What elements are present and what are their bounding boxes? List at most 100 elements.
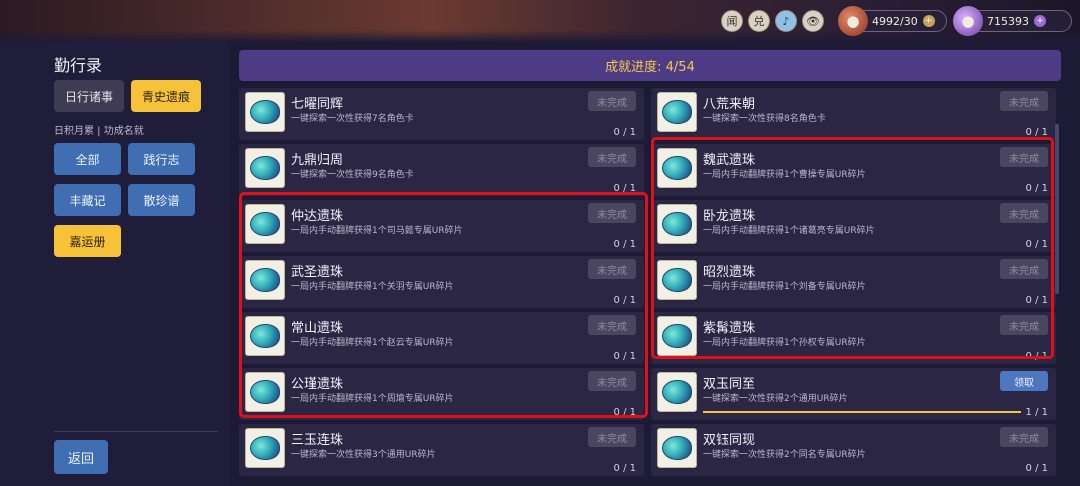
achievement-card: 卧龙遗珠 一局内手动翻牌获得1个诸葛亮专属UR碎片 未完成 0 / 1: [651, 200, 1056, 252]
fish-icon: [662, 324, 692, 348]
achievement-count: 0 / 1: [1025, 351, 1048, 362]
achievement-fish-icon: [245, 260, 285, 300]
add-gems-icon[interactable]: +: [1034, 15, 1046, 27]
achievement-card: 武圣遗珠一局内手动翻牌获得1个关羽专属UR碎片 未完成 0 / 1: [239, 256, 644, 308]
achievement-card: 魏武遗珠 一局内手动翻牌获得1个曹操专属UR碎片 未完成 0 / 1: [651, 144, 1056, 196]
achievement-fish-icon: [657, 148, 697, 188]
achievement-name: 武圣遗珠: [291, 265, 344, 280]
achievement-description: 一键探索一次性获得9名角色卡: [291, 170, 414, 180]
currency-gems-value: 715393: [987, 14, 1029, 28]
fish-icon: [250, 212, 280, 236]
status-badge: 未完成: [1000, 427, 1048, 447]
fish-icon: [662, 100, 692, 124]
achievement-card: 双钰同现 一键探索一次性获得2个同名专属UR碎片 未完成 0 / 1: [651, 424, 1056, 476]
achievement-description: 一局内手动翻牌获得1个曹操专属UR碎片: [703, 170, 866, 180]
achievement-description: 一局内手动翻牌获得1个关羽专属UR碎片: [291, 282, 454, 292]
achievement-name: 三玉连珠: [291, 433, 344, 448]
achievement-description: 一键探索一次性获得2个同名专属UR碎片: [703, 450, 866, 460]
category-practice[interactable]: 践行志: [128, 143, 195, 175]
gem-bag-icon: ●: [953, 6, 983, 36]
sidebar-subtitle: 日积月累 | 功成名就: [54, 126, 144, 137]
achievement-fish-icon: [657, 260, 697, 300]
achievement-description: 一键探索一次性获得3个通用UR碎片: [291, 450, 436, 460]
achievement-description: 一局内手动翻牌获得1个刘备专属UR碎片: [703, 282, 866, 292]
exchange-icon[interactable]: 兑: [748, 10, 770, 32]
status-badge: 未完成: [588, 371, 636, 391]
fish-icon: [662, 380, 692, 404]
achievement-card: 七曜同辉 一键探索一次性获得7名角色卡 未完成 0 / 1: [239, 88, 644, 140]
achievement-name: 常山遗珠: [291, 321, 344, 336]
category-collection[interactable]: 丰藏记: [54, 184, 121, 216]
achievement-count: 0 / 1: [1025, 127, 1048, 138]
claim-button[interactable]: 领取: [1000, 371, 1048, 391]
fish-icon: [250, 436, 280, 460]
currency-coins: ● 4992/30 +: [838, 6, 947, 36]
sidebar-title: 勤行录: [54, 56, 103, 75]
eye-icon[interactable]: 👁: [802, 10, 824, 32]
achievement-card: 三玉连珠 一键探索一次性获得3个通用UR碎片 未完成 0 / 1: [239, 424, 644, 476]
fish-icon: [250, 268, 280, 292]
achievement-card: 九鼎归周 一键探索一次性获得9名角色卡 未完成 0 / 1: [239, 144, 644, 196]
music-icon[interactable]: ♪: [775, 10, 797, 32]
achievement-panel: 成就进度: 4/54 七曜同辉 一键探索一次性获得7名角色卡 未完成 0 / 1 九鼎归…: [230, 42, 1080, 486]
achievement-count: 0 / 1: [1025, 463, 1048, 474]
achievement-card: 昭烈遗珠 一局内手动翻牌获得1个刘备专属UR碎片 未完成 0 / 1: [651, 256, 1056, 308]
fish-icon: [662, 212, 692, 236]
achievement-fish-icon: [245, 148, 285, 188]
scrollbar[interactable]: [1055, 124, 1059, 294]
achievement-description: 一局内手动翻牌获得1个孙权专属UR碎片: [703, 338, 866, 348]
achievement-fish-icon: [245, 204, 285, 244]
status-badge: 未完成: [588, 315, 636, 335]
fish-icon: [250, 100, 280, 124]
achievement-count: 0 / 1: [613, 295, 636, 306]
achievement-name: 九鼎归周: [291, 153, 344, 168]
achievement-name: 仲达遗珠: [291, 209, 344, 224]
sidebar-divider: [54, 431, 218, 432]
achievement-description: 一局内手动翻牌获得1个赵云专属UR碎片: [291, 338, 454, 348]
achievement-fish-icon: [245, 316, 285, 356]
achievement-name: 七曜同辉: [291, 97, 344, 112]
achievement-fish-icon: [657, 92, 697, 132]
achievement-count: 0 / 1: [1025, 183, 1048, 194]
achievement-description: 一局内手动翻牌获得1个司马懿专属UR碎片: [291, 226, 463, 236]
achievement-name: 卧龙遗珠: [703, 209, 756, 224]
achievement-progress-fill: [703, 411, 1021, 413]
top-icon-group: 闻 兑 ♪ 👁: [721, 10, 824, 32]
add-coins-icon[interactable]: +: [922, 15, 935, 27]
tab-daily-tasks[interactable]: 日行诸事: [54, 80, 124, 112]
achievement-name: 魏武遗珠: [703, 153, 756, 168]
achievement-description: 一键探索一次性获得2个通用UR碎片: [703, 394, 848, 404]
achievement-description: 一键探索一次性获得8名角色卡: [703, 114, 826, 124]
fish-icon: [662, 436, 692, 460]
achievement-count: 0 / 1: [613, 127, 636, 138]
achievement-name: 八荒来朝: [703, 97, 756, 112]
tab-history-traces[interactable]: 青史遗痕: [131, 80, 201, 112]
achievement-card: 仲达遗珠 一局内手动翻牌获得1个司马懿专属UR碎片 未完成 0 / 1: [239, 200, 644, 252]
status-badge: 未完成: [1000, 91, 1048, 111]
status-badge: 未完成: [588, 259, 636, 279]
fish-icon: [250, 380, 280, 404]
fish-icon: [250, 324, 280, 348]
achievement-count: 0 / 1: [1025, 239, 1048, 250]
fish-icon: [662, 156, 692, 180]
achievement-card: 八荒来朝一键探索一次性获得8名角色卡 未完成 0 / 1: [651, 88, 1056, 140]
achievement-count: 0 / 1: [613, 239, 636, 250]
achievement-name: 紫髯遗珠: [703, 321, 756, 336]
achievement-card: 公瑾遗珠 一局内手动翻牌获得1个周瑜专属UR碎片 未完成 0 / 1: [239, 368, 644, 420]
achievement-name: 双玉同至: [703, 377, 756, 392]
status-badge: 未完成: [588, 91, 636, 111]
news-icon[interactable]: 闻: [721, 10, 743, 32]
achievement-fish-icon: [245, 92, 285, 132]
achievement-fish-icon: [245, 428, 285, 468]
achievement-card: 双玉同至 一键探索一次性获得2个通用UR碎片 领取 1 / 1: [651, 368, 1056, 420]
category-all[interactable]: 全部: [54, 143, 121, 175]
category-treasures[interactable]: 散珍谱: [128, 184, 195, 216]
back-button[interactable]: 返回: [54, 440, 108, 474]
achievement-fish-icon: [657, 428, 697, 468]
achievement-fish-icon: [657, 372, 697, 412]
achievement-name: 公瑾遗珠: [291, 377, 344, 392]
achievement-fish-icon: [657, 316, 697, 356]
status-badge: 未完成: [1000, 259, 1048, 279]
category-fortune[interactable]: 嘉运册: [54, 225, 121, 257]
fish-icon: [662, 268, 692, 292]
